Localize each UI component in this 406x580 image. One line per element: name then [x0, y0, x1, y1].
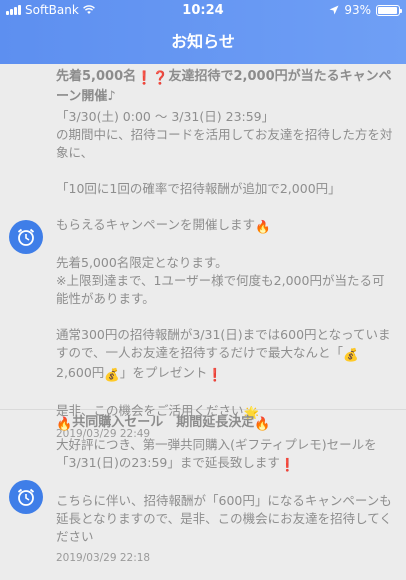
bell-clock-icon	[9, 220, 43, 254]
body-line: 「3/30(土) 0:00 〜 3/31(日) 23:59」	[56, 109, 275, 124]
body-line: の期間中に、招待コードを活用してお友達を招待した方を対象に、	[56, 127, 393, 160]
battery-fill	[378, 6, 397, 14]
fire-icon: 🔥	[56, 417, 73, 432]
exclamation-icon: ❗	[207, 367, 223, 382]
notice-body: 大好評につき、第一弾共同購入(ギフティプレモ)セールを「3/31(日)の23:5…	[56, 436, 394, 546]
body-line: 大好評につき、第一弾共同購入(ギフティプレモ)セールを「3/31(日)の23:5…	[56, 437, 377, 470]
bell-clock-icon	[9, 480, 43, 514]
body-line: こちらに伴い、招待報酬が「600円」になるキャンペーンも延長となりますので、是非…	[56, 493, 392, 544]
money-bag-icon: 💰	[104, 367, 120, 382]
body-line: 「10回に1回の確率で招待報酬が追加で2,000円」	[56, 181, 341, 196]
notice-date: 2019/03/29 22:18	[56, 552, 151, 564]
page-title: お知らせ	[171, 32, 235, 51]
notice-item[interactable]: 先着5,000名❗❓友達招待で2,000円が当たるキャンペーン開催♪ 「3/30…	[0, 64, 406, 440]
body-line: ※上限到達まで、1ユーザー様で何度も2,000円が当たる可能性があります。	[56, 273, 385, 306]
status-bar: SoftBank 10:24 93%	[0, 0, 406, 22]
notice-body: 「3/30(土) 0:00 〜 3/31(日) 23:59」 の期間中に、招待コ…	[56, 108, 394, 422]
exclamation-icon: ❗	[279, 457, 296, 472]
body-line: 2,600円	[56, 365, 105, 380]
question-icon: ❓	[152, 71, 169, 86]
money-bag-icon: 💰	[343, 347, 359, 362]
notice-title: 先着5,000名❗❓友達招待で2,000円が当たるキャンペーン開催♪	[56, 68, 394, 106]
notice-title: 🔥共同購入セール 期間延長決定🔥	[56, 414, 394, 434]
notice-title-part: 共同購入セール 期間延長決定	[72, 415, 255, 430]
body-line: 通常300円の招待報酬が3/31(日)までは600円となっていますので、一人お友…	[56, 327, 391, 360]
fire-icon: 🔥	[254, 417, 271, 432]
location-icon	[329, 5, 339, 15]
body-line: 」をプレゼント	[119, 365, 208, 380]
nav-bar: お知らせ	[0, 22, 406, 64]
body-line: 先着5,000名限定となります。	[56, 255, 228, 270]
fire-icon: 🔥	[255, 219, 271, 234]
notice-item[interactable]: 🔥共同購入セール 期間延長決定🔥 大好評につき、第一弾共同購入(ギフティプレモ)…	[0, 410, 406, 580]
body-line: もらえるキャンペーンを開催します	[56, 217, 256, 232]
battery-icon	[376, 4, 402, 16]
exclamation-icon: ❗	[136, 71, 153, 86]
notice-list[interactable]: 先着5,000名❗❓友達招待で2,000円が当たるキャンペーン開催♪ 「3/30…	[0, 64, 406, 580]
notice-title-part: 先着5,000名	[56, 69, 137, 84]
battery-percent: 93%	[344, 3, 371, 17]
